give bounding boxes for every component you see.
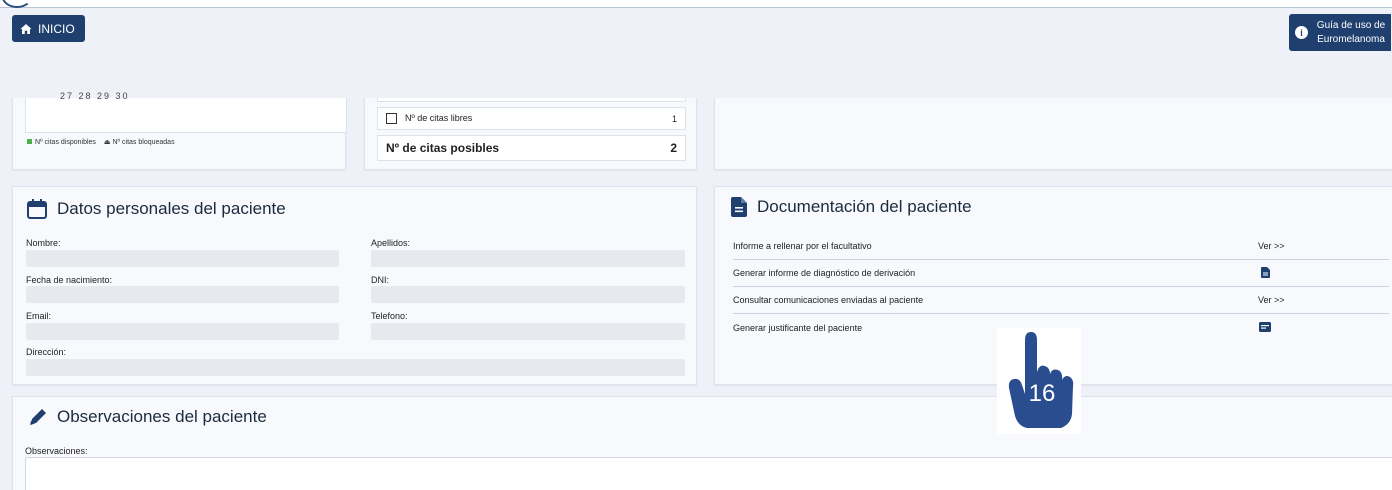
documentation-title: Documentación del paciente xyxy=(731,197,972,217)
calendar-grid: 27 28 29 30 xyxy=(25,91,347,133)
file-icon[interactable] xyxy=(1261,266,1270,280)
document-icon xyxy=(731,197,747,217)
observations-label: Observaciones: xyxy=(25,446,88,456)
possible-appointments-row: Nº de citas posibles 2 xyxy=(377,135,686,161)
free-appointments-value: 1 xyxy=(671,113,677,124)
field-label-nombre: Nombre: xyxy=(26,238,61,248)
field-label-telefono: Telefono: xyxy=(371,311,408,321)
card-icon[interactable] xyxy=(1259,321,1271,334)
legend-blocked: ⏏ Nº citas bloqueadas xyxy=(103,139,175,146)
field-label-fecha: Fecha de nacimiento: xyxy=(26,275,113,285)
free-appointments-row: Nº de citas libres 1 xyxy=(377,107,686,130)
field-label-email: Email: xyxy=(26,311,52,321)
home-icon xyxy=(20,23,32,34)
observations-title: Observaciones del paciente xyxy=(29,407,267,427)
ver-comunicaciones-link[interactable]: Ver >> xyxy=(1258,295,1285,305)
personal-data-title: Datos personales del paciente xyxy=(27,199,286,219)
doc-row-comunicaciones: Consultar comunicaciones enviadas al pac… xyxy=(733,287,1389,314)
green-square-icon xyxy=(27,138,32,144)
telefono-field[interactable] xyxy=(371,323,685,340)
appointments-row-hidden xyxy=(377,98,686,102)
home-button[interactable]: INICIO xyxy=(12,15,85,42)
top-bar xyxy=(0,0,1392,8)
appointments-card: Nº de citas libres 1 Nº de citas posible… xyxy=(364,98,697,170)
ver-informe-link[interactable]: Ver >> xyxy=(1258,241,1285,251)
dni-field[interactable] xyxy=(371,286,685,303)
calendar-icon xyxy=(27,199,47,219)
free-appointments-checkbox[interactable] xyxy=(386,113,397,125)
guide-button-label: Guía de uso de Euromelanoma xyxy=(1316,19,1386,45)
calendar-card: 27 28 29 30 Nº citas disponibles ⏏ Nº ci… xyxy=(12,91,347,170)
observations-textarea[interactable] xyxy=(25,457,1392,490)
email-field[interactable] xyxy=(26,323,339,340)
apellidos-field[interactable] xyxy=(371,250,685,267)
possible-appointments-label: Nº de citas posibles xyxy=(386,141,500,155)
personal-data-card: Datos personales del paciente Nombre: Ap… xyxy=(12,186,697,385)
guide-button[interactable]: i Guía de uso de Euromelanoma xyxy=(1289,14,1391,51)
legend-available: Nº citas disponibles xyxy=(27,138,96,146)
fecha-nacimiento-field[interactable] xyxy=(26,286,339,303)
calendar-legend: Nº citas disponibles ⏏ Nº citas bloquead… xyxy=(27,138,175,146)
possible-appointments-value: 2 xyxy=(670,141,677,155)
field-label-apellidos: Apellidos: xyxy=(371,238,411,248)
field-label-direccion: Dirección: xyxy=(26,347,67,357)
step-number: 16 xyxy=(1028,380,1056,407)
info-icon: i xyxy=(1295,26,1308,39)
calendar-day-numbers: 27 28 29 30 xyxy=(60,91,130,101)
observations-card: Observaciones del paciente Observaciones… xyxy=(12,396,1392,490)
direccion-field[interactable] xyxy=(26,359,685,376)
field-label-dni: DNI: xyxy=(371,275,389,285)
home-button-label: INICIO xyxy=(38,21,75,36)
right-top-card xyxy=(714,98,1392,170)
doc-row-derivacion: Generar informe de diagnóstico de deriva… xyxy=(733,260,1389,287)
nombre-field[interactable] xyxy=(26,250,339,267)
pencil-icon xyxy=(30,409,46,425)
doc-row-informe: Informe a rellenar por el facultativo Ve… xyxy=(733,233,1389,260)
step-indicator: 16 xyxy=(997,328,1081,434)
